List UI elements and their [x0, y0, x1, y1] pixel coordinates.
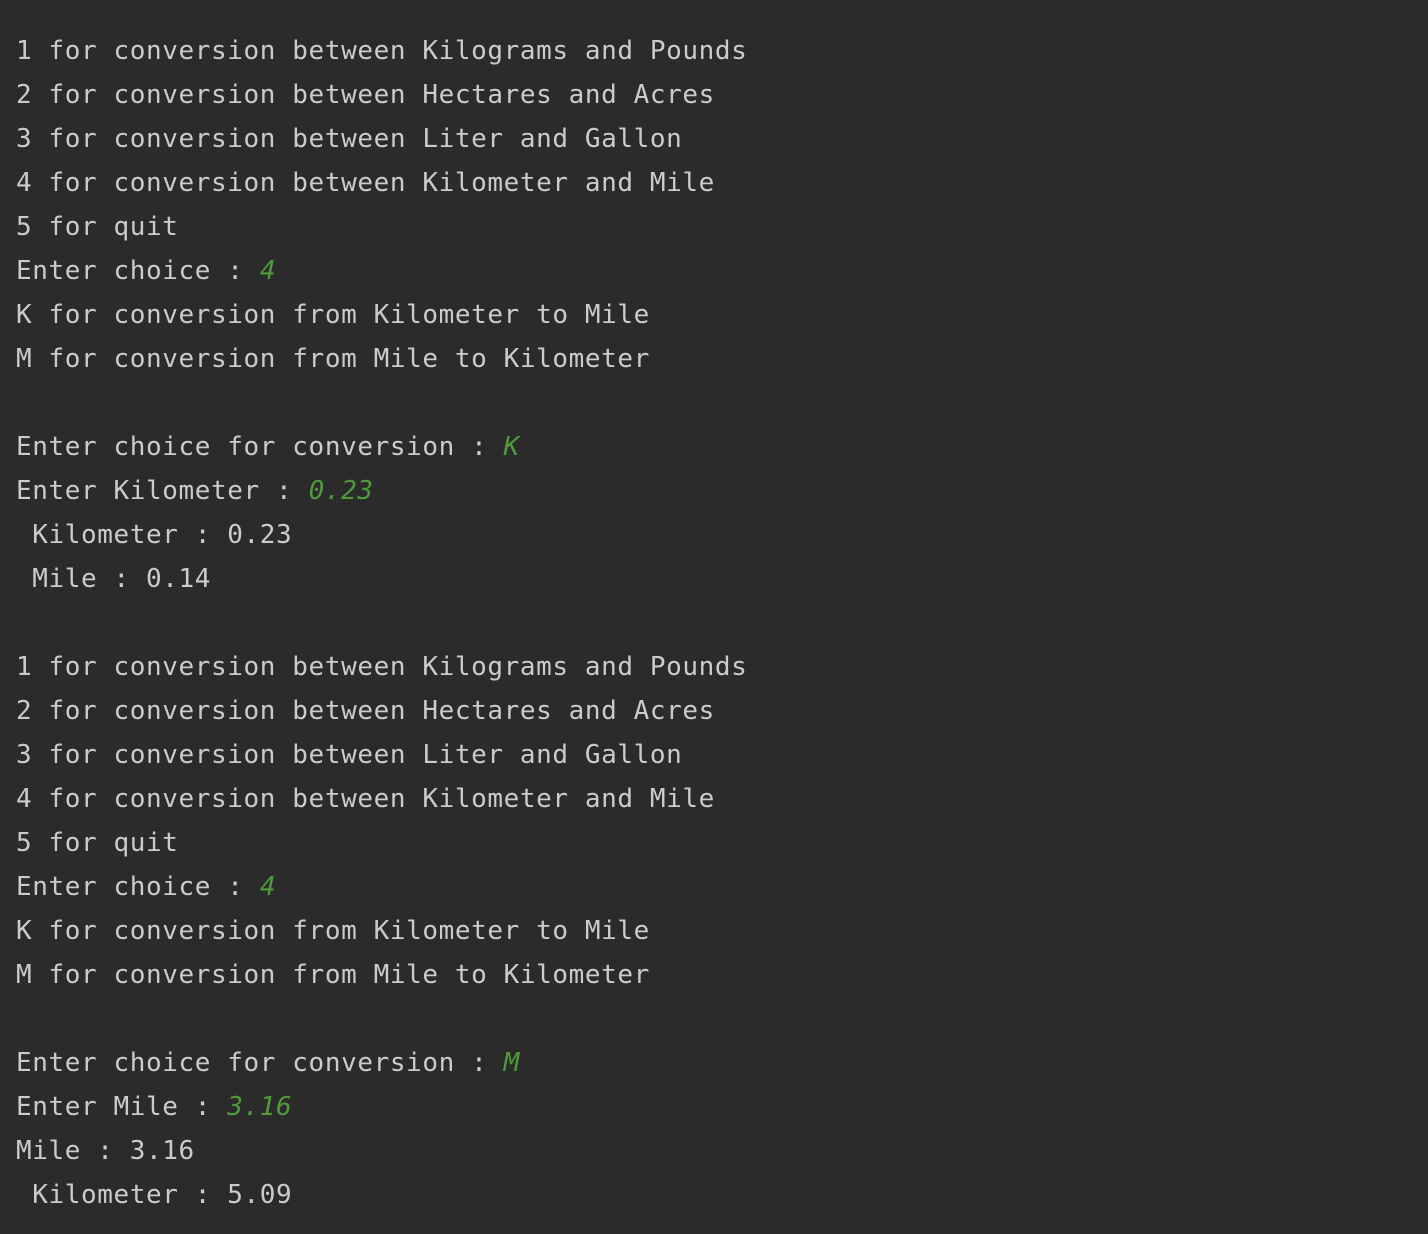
output-text: 4 for conversion between Kilometer and M…: [16, 168, 715, 198]
output-text: Enter choice :: [16, 872, 260, 902]
console-line: 4 for conversion between Kilometer and M…: [16, 777, 1428, 821]
output-text: 3 for conversion between Liter and Gallo…: [16, 740, 683, 770]
console-line: Enter choice : 4: [16, 865, 1428, 909]
output-text: Mile : 3.16: [16, 1136, 195, 1166]
output-text: Kilometer : 5.09: [16, 1180, 293, 1210]
output-text: 4 for conversion between Kilometer and M…: [16, 784, 715, 814]
output-text: 5 for quit: [16, 212, 179, 242]
output-text: Mile : 0.14: [16, 564, 212, 594]
console-line: M for conversion from Mile to Kilometer: [16, 337, 1428, 381]
output-text: Enter Mile :: [16, 1092, 228, 1122]
console-line: 5 for quit: [16, 205, 1428, 249]
console-line: K for conversion from Kilometer to Mile: [16, 293, 1428, 337]
user-input: K: [503, 432, 520, 462]
output-text: 2 for conversion between Hectares and Ac…: [16, 696, 715, 726]
output-text: Enter choice :: [16, 256, 260, 286]
output-text: K for conversion from Kilometer to Mile: [16, 916, 650, 946]
console-line: 2 for conversion between Hectares and Ac…: [16, 73, 1428, 117]
user-input: 4: [259, 256, 277, 286]
console-line: Enter Mile : 3.16: [16, 1085, 1428, 1129]
console-line: Kilometer : 5.09: [16, 1173, 1428, 1217]
console-line: 1 for conversion between Kilograms and P…: [16, 29, 1428, 73]
output-text: M for conversion from Mile to Kilometer: [16, 344, 650, 374]
output-text: 2 for conversion between Hectares and Ac…: [16, 80, 715, 110]
console-line: 1 for conversion between Kilograms and P…: [16, 645, 1428, 689]
output-text: Enter choice for conversion :: [16, 1048, 504, 1078]
console-line: 5 for quit: [16, 821, 1428, 865]
output-text: M for conversion from Mile to Kilometer: [16, 960, 650, 990]
console-line: Enter choice for conversion : M: [16, 1041, 1428, 1085]
user-input: M: [503, 1048, 520, 1078]
output-text: K for conversion from Kilometer to Mile: [16, 300, 650, 330]
console-line: Enter Kilometer : 0.23: [16, 469, 1428, 513]
console-line: M for conversion from Mile to Kilometer: [16, 953, 1428, 997]
console-line: 3 for conversion between Liter and Gallo…: [16, 733, 1428, 777]
output-text: 5 for quit: [16, 828, 179, 858]
console-line: Mile : 0.14: [16, 557, 1428, 601]
output-text: Enter Kilometer :: [16, 476, 309, 506]
console-line: Enter choice : 4: [16, 249, 1428, 293]
console-line: Enter choice for conversion : K: [16, 425, 1428, 469]
output-text: Enter choice for conversion :: [16, 432, 504, 462]
console-output: 1 for conversion between Kilograms and P…: [0, 0, 1428, 1234]
console-line: 4 for conversion between Kilometer and M…: [16, 161, 1428, 205]
user-input: 0.23: [308, 476, 374, 506]
output-text: 1 for conversion between Kilograms and P…: [16, 36, 748, 66]
user-input: 4: [259, 872, 277, 902]
console-line: 2 for conversion between Hectares and Ac…: [16, 689, 1428, 733]
console-line: 3 for conversion between Liter and Gallo…: [16, 117, 1428, 161]
user-input: 3.16: [227, 1092, 293, 1122]
output-text: 3 for conversion between Liter and Gallo…: [16, 124, 683, 154]
output-text: 1 for conversion between Kilograms and P…: [16, 652, 748, 682]
console-line: Mile : 3.16: [16, 1129, 1428, 1173]
output-text: Kilometer : 0.23: [16, 520, 293, 550]
console-line: Kilometer : 0.23: [16, 513, 1428, 557]
console-line: K for conversion from Kilometer to Mile: [16, 909, 1428, 953]
